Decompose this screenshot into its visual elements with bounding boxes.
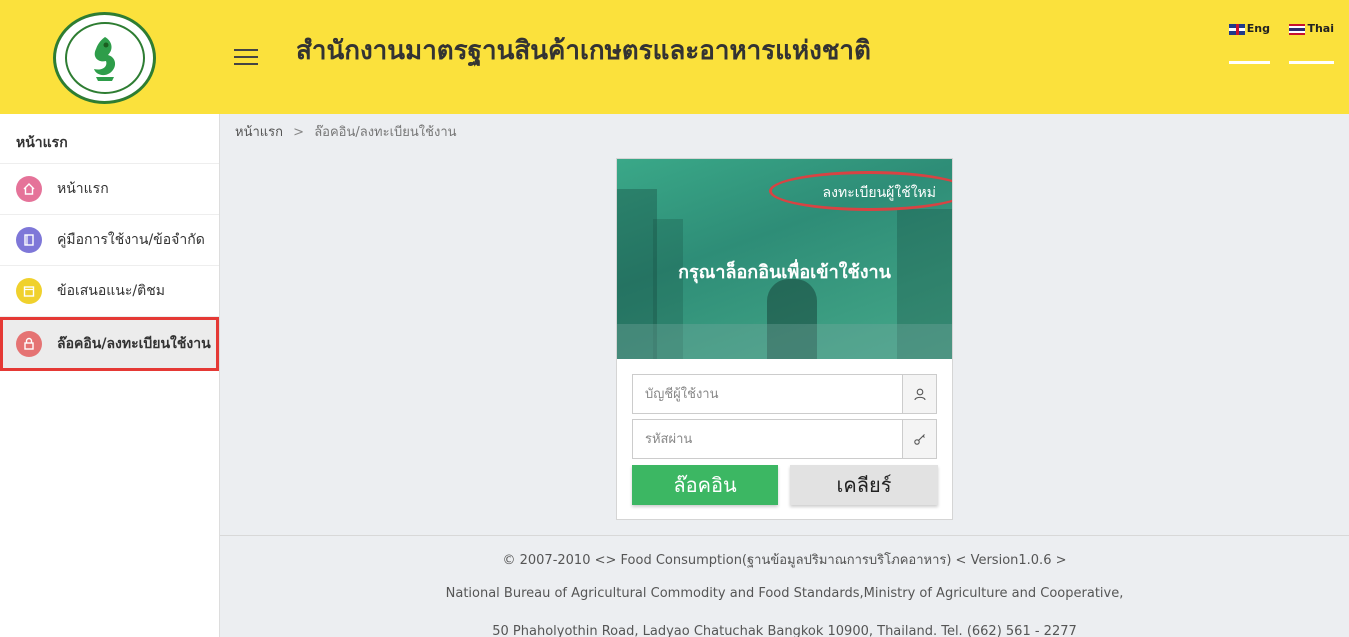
sidebar-item-label: ข้อเสนอแนะ/ติชม <box>57 283 165 299</box>
login-hero-image: ลงทะเบียนผู้ใช้ใหม่ กรุณาล็อกอินเพื่อเข้… <box>617 159 952 359</box>
lang-english-label: Eng <box>1246 22 1270 35</box>
lock-icon <box>16 331 42 357</box>
clear-button[interactable]: เคลียร์ <box>790 465 938 505</box>
password-input[interactable] <box>632 419 902 459</box>
key-icon <box>902 419 937 459</box>
agency-logo[interactable] <box>53 12 156 104</box>
sidebar-item-manual[interactable]: คู่มือการใช้งาน/ข้อจำกัด <box>0 215 219 266</box>
site-title: สำนักงานมาตรฐานสินค้าเกษตรและอาหารแห่งชา… <box>296 36 871 66</box>
lang-thai-button[interactable]: Thai <box>1289 22 1334 64</box>
home-icon <box>16 176 42 202</box>
login-card: ลงทะเบียนผู้ใช้ใหม่ กรุณาล็อกอินเพื่อเข้… <box>616 158 953 520</box>
user-icon <box>902 374 937 414</box>
calendar-icon <box>16 278 42 304</box>
breadcrumb-current: ล๊อคอิน/ลงทะเบียนใช้งาน <box>314 125 457 140</box>
password-group <box>632 419 937 459</box>
breadcrumb-separator: > <box>293 125 305 140</box>
page-footer: © 2007-2010 <> Food Consumption(ฐานข้อมู… <box>220 535 1349 637</box>
book-icon <box>16 227 42 253</box>
footer-address: 50 Phaholyothin Road, Ladyao Chatuchak B… <box>492 624 1077 637</box>
top-header: สำนักงานมาตรฐานสินค้าเกษตรและอาหารแห่งชา… <box>0 0 1349 114</box>
sidebar-item-label: ล๊อคอิน/ลงทะเบียนใช้งาน <box>57 336 211 352</box>
login-button[interactable]: ล๊อคอิน <box>632 465 778 505</box>
sidebar-item-feedback[interactable]: ข้อเสนอแนะ/ติชม <box>0 266 219 317</box>
register-new-user-link[interactable]: ลงทะเบียนผู้ใช้ใหม่ <box>823 182 936 204</box>
login-title: กรุณาล็อกอินเพื่อเข้าใช้งาน <box>678 262 891 283</box>
sidebar-item-label: หน้าแรก <box>57 181 109 197</box>
thai-flag-icon <box>1289 24 1306 35</box>
username-group <box>632 374 937 414</box>
sidebar-item-login[interactable]: ล๊อคอิน/ลงทะเบียนใช้งาน <box>0 317 219 371</box>
footer-copyright: © 2007-2010 <> Food Consumption(ฐานข้อมู… <box>502 553 1067 568</box>
username-input[interactable] <box>632 374 902 414</box>
sidebar-item-label: คู่มือการใช้งาน/ข้อจำกัด <box>57 232 205 248</box>
lang-english-button[interactable]: Eng <box>1229 22 1270 64</box>
sidebar: หน้าแรก หน้าแรก คู่มือการใช้งาน/ข้อจำกัด… <box>0 114 220 637</box>
lang-thai-label: Thai <box>1307 22 1334 35</box>
footer-organization: National Bureau of Agricultural Commodit… <box>445 586 1124 601</box>
breadcrumb-home-link[interactable]: หน้าแรก <box>235 125 283 140</box>
breadcrumb: หน้าแรก > ล๊อคอิน/ลงทะเบียนใช้งาน <box>235 121 457 142</box>
sidebar-heading: หน้าแรก <box>0 114 219 164</box>
menu-toggle-icon[interactable] <box>234 49 258 65</box>
uk-flag-icon <box>1229 24 1245 35</box>
naga-emblem-icon <box>93 37 115 81</box>
sidebar-item-home[interactable]: หน้าแรก <box>0 164 219 215</box>
